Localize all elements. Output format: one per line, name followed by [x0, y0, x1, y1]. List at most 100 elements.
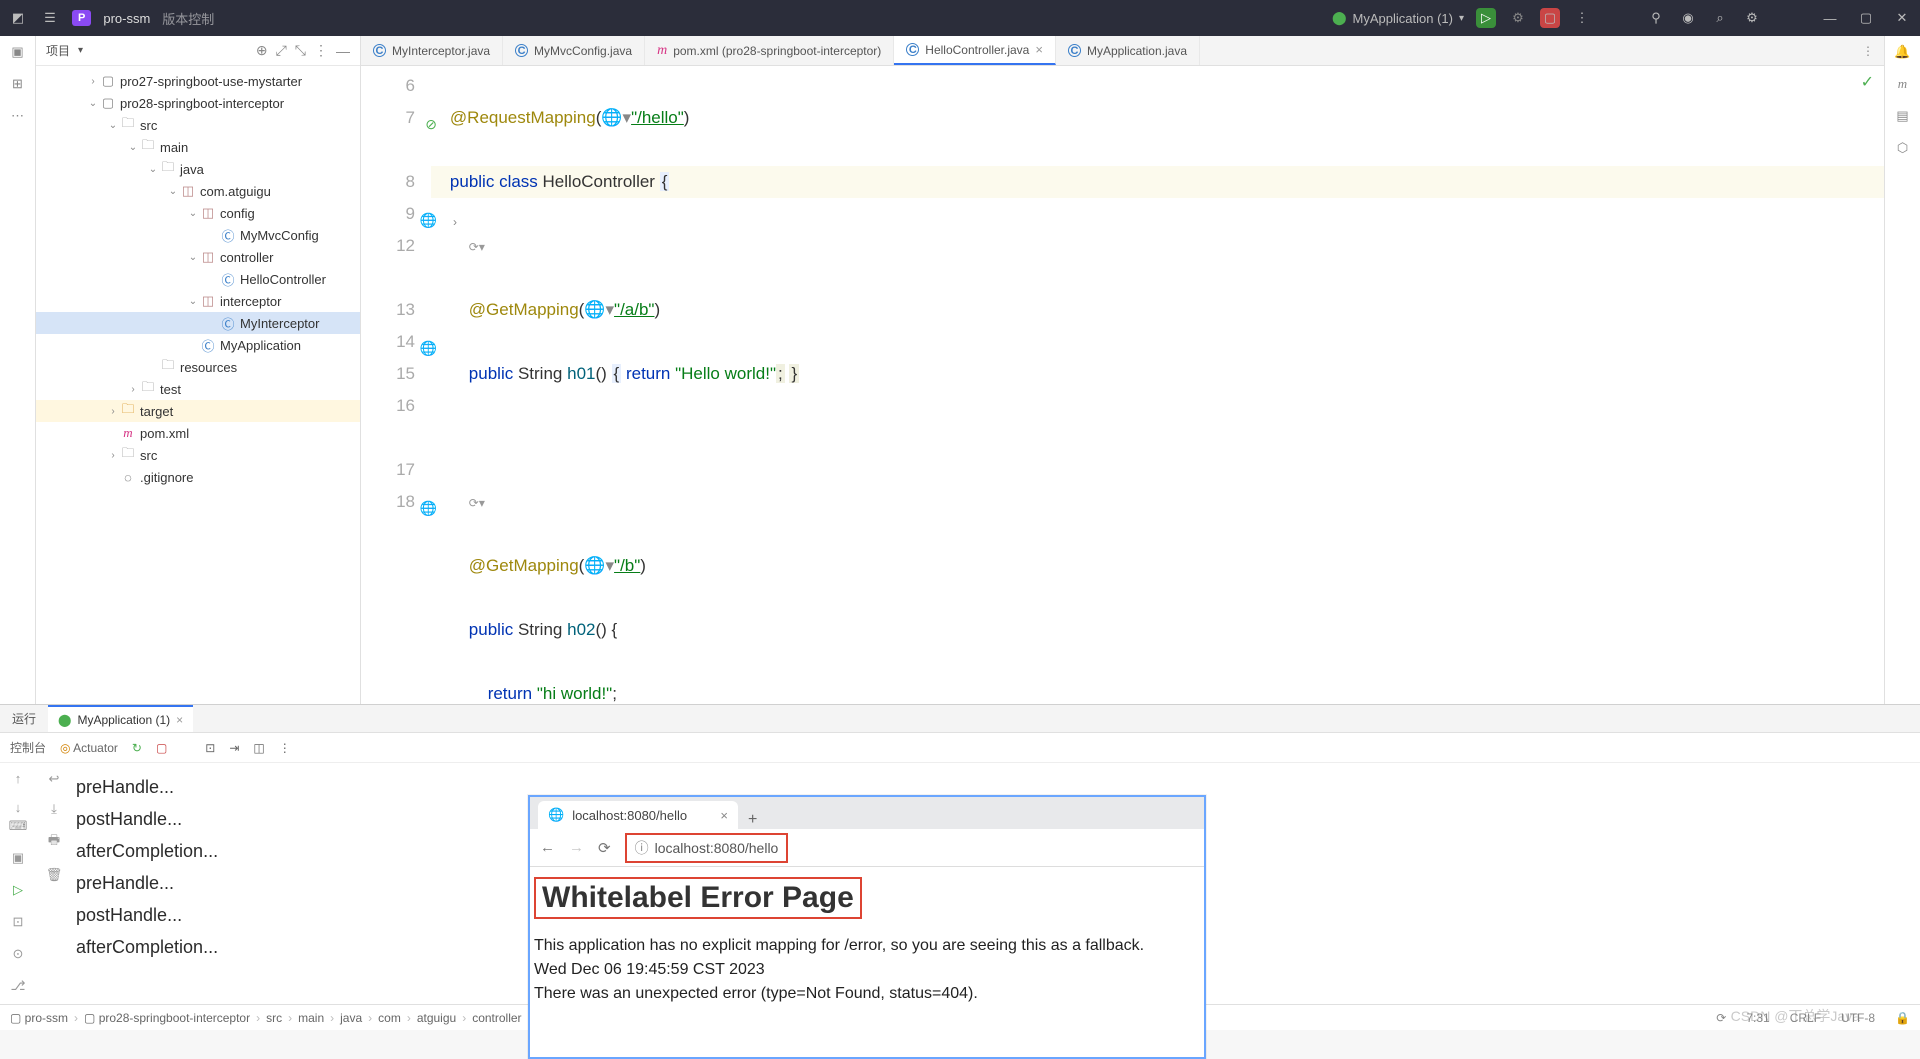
- clear-icon[interactable]: 🗑: [46, 867, 63, 883]
- tab-mymvcconfig[interactable]: CMyMvcConfig.java: [503, 36, 645, 65]
- hide-panel-icon[interactable]: —: [336, 43, 350, 59]
- screenshot-icon[interactable]: ⊡: [205, 741, 215, 755]
- run-button[interactable]: ▷: [1476, 8, 1496, 28]
- ai-tool-icon[interactable]: ⬡: [1897, 140, 1908, 156]
- tree-module-pro27[interactable]: ›▢pro27-springboot-use-mystarter: [36, 70, 360, 92]
- updates-icon[interactable]: ◉: [1678, 8, 1698, 28]
- breadcrumb-item[interactable]: controller: [472, 1011, 521, 1025]
- breadcrumb-item[interactable]: com: [378, 1011, 401, 1025]
- code-editor[interactable]: 6 7⊘ 8 9🌐› 12 13 14🌐 15 16 17 18🌐 @Reque…: [361, 66, 1884, 704]
- browser-newtab-icon[interactable]: +: [738, 811, 767, 829]
- structure-tool-icon[interactable]: ⊞: [12, 76, 23, 92]
- vcs-label[interactable]: 版本控制: [162, 9, 214, 28]
- up-icon[interactable]: ↑: [15, 771, 22, 786]
- problems-ok-icon[interactable]: ✓: [1861, 72, 1874, 92]
- code-content[interactable]: @RequestMapping(🌐▾"/hello") public class…: [431, 66, 1884, 704]
- debug-button[interactable]: ⚙: [1508, 8, 1528, 28]
- actuator-tab[interactable]: ◎ Actuator: [60, 741, 118, 755]
- console-tab[interactable]: 控制台: [10, 739, 46, 756]
- stop-run-icon[interactable]: ▢: [156, 741, 167, 755]
- todo-icon[interactable]: ⊙: [13, 946, 24, 962]
- tree-main[interactable]: ⌄🗀main: [36, 136, 360, 158]
- scroll-end-icon[interactable]: ⤓: [51, 801, 57, 817]
- expand-icon[interactable]: ⤢: [276, 42, 287, 59]
- tree-pom[interactable]: mpom.xml: [36, 422, 360, 444]
- tree-hellocontroller[interactable]: ⒸHelloController: [36, 268, 360, 290]
- run-tab-active[interactable]: ⬤ MyApplication (1) ×: [48, 705, 193, 732]
- browser-close-tab-icon[interactable]: ×: [720, 808, 728, 823]
- indexing-icon[interactable]: ⟳: [1716, 1011, 1726, 1025]
- project-name[interactable]: pro-ssm: [103, 11, 150, 26]
- browser-url-bar[interactable]: ⓘlocalhost:8080/hello: [625, 833, 789, 863]
- browser-tab[interactable]: 🌐 localhost:8080/hello ×: [538, 801, 738, 829]
- browser-reload-icon[interactable]: ⟳: [598, 839, 611, 857]
- breadcrumb-item[interactable]: ▢ pro-ssm: [10, 1011, 68, 1025]
- rerun-icon[interactable]: ↻: [132, 741, 142, 755]
- down-icon[interactable]: ↓: [15, 800, 22, 815]
- file-encoding[interactable]: UTF-8: [1841, 1011, 1875, 1025]
- breadcrumb-item[interactable]: java: [340, 1011, 362, 1025]
- tree-target[interactable]: ›🗀target: [36, 400, 360, 422]
- code-with-me-icon[interactable]: ⚲: [1646, 8, 1666, 28]
- app-icon[interactable]: ◩: [8, 8, 28, 28]
- run-config-selector[interactable]: ⬤ MyApplication (1) ▾: [1332, 10, 1464, 26]
- more-run-icon[interactable]: ⋮: [279, 741, 291, 755]
- breadcrumb-item[interactable]: atguigu: [417, 1011, 456, 1025]
- terminal-icon[interactable]: ⌨: [9, 818, 28, 834]
- tree-myinterceptor[interactable]: ⒸMyInterceptor: [36, 312, 360, 334]
- tree-java[interactable]: ⌄🗀java: [36, 158, 360, 180]
- minimize-icon[interactable]: —: [1820, 8, 1840, 28]
- tab-hellocontroller[interactable]: CHelloController.java×: [894, 36, 1056, 65]
- stop-button[interactable]: ▢: [1540, 8, 1560, 28]
- tree-mymvcconfig[interactable]: ⒸMyMvcConfig: [36, 224, 360, 246]
- locate-icon[interactable]: ⊕: [256, 42, 268, 59]
- browser-forward-icon[interactable]: →: [569, 839, 584, 856]
- main-menu-icon[interactable]: ☰: [40, 8, 60, 28]
- close-tab-icon[interactable]: ×: [1035, 42, 1043, 57]
- export-icon[interactable]: ⇥: [229, 741, 239, 755]
- settings-icon[interactable]: ⚙: [1742, 8, 1762, 28]
- tree-src2[interactable]: ›🗀src: [36, 444, 360, 466]
- tree-src[interactable]: ⌄🗀src: [36, 114, 360, 136]
- breadcrumb-item[interactable]: src: [266, 1011, 282, 1025]
- problems-icon[interactable]: ⊡: [13, 914, 24, 930]
- more-tools-icon[interactable]: ⋯: [11, 108, 24, 124]
- close-run-tab-icon[interactable]: ×: [176, 713, 183, 727]
- tab-myinterceptor[interactable]: CMyInterceptor.java: [361, 36, 503, 65]
- tree-test[interactable]: ›🗀test: [36, 378, 360, 400]
- project-tree[interactable]: ›▢pro27-springboot-use-mystarter ⌄▢pro28…: [36, 66, 360, 704]
- git-icon[interactable]: ⎇: [11, 978, 26, 994]
- readonly-icon[interactable]: 🔒: [1895, 1011, 1910, 1025]
- tree-resources[interactable]: 🗀resources: [36, 356, 360, 378]
- print-icon[interactable]: 🖶: [48, 831, 60, 853]
- tree-package[interactable]: ⌄◫com.atguigu: [36, 180, 360, 202]
- maven-tool-icon[interactable]: m: [1898, 76, 1907, 92]
- breadcrumb-item[interactable]: ▢ pro28-springboot-interceptor: [84, 1011, 250, 1025]
- project-tool-icon[interactable]: ▣: [11, 44, 23, 60]
- panel-menu-icon[interactable]: ⋮: [314, 42, 328, 59]
- run-tool-icon[interactable]: ▷: [13, 882, 23, 898]
- tree-gitignore[interactable]: ◌.gitignore: [36, 466, 360, 488]
- tree-config-pkg[interactable]: ⌄◫config: [36, 202, 360, 224]
- tree-controller-pkg[interactable]: ⌄◫controller: [36, 246, 360, 268]
- close-window-icon[interactable]: ✕: [1892, 8, 1912, 28]
- browser-back-icon[interactable]: ←: [540, 839, 555, 856]
- tree-interceptor-pkg[interactable]: ⌄◫interceptor: [36, 290, 360, 312]
- tab-myapplication[interactable]: CMyApplication.java: [1056, 36, 1200, 65]
- collapse-icon[interactable]: ⤡: [295, 42, 306, 59]
- soft-wrap-icon[interactable]: ↩: [49, 771, 60, 787]
- notifications-icon[interactable]: 🔔: [1894, 44, 1910, 60]
- inlay-hint[interactable]: ⟳▾: [469, 231, 485, 263]
- tree-myapplication[interactable]: ⒸMyApplication: [36, 334, 360, 356]
- line-separator[interactable]: CRLF: [1790, 1011, 1821, 1025]
- tab-pom[interactable]: mpom.xml (pro28-springboot-interceptor): [645, 36, 894, 65]
- tabs-menu-icon[interactable]: ⋮: [1852, 36, 1884, 65]
- search-icon[interactable]: ⌕: [1710, 8, 1730, 28]
- maximize-icon[interactable]: ▢: [1856, 8, 1876, 28]
- more-actions-icon[interactable]: ⋮: [1572, 8, 1592, 28]
- layout-icon[interactable]: ◫: [253, 741, 264, 755]
- inlay-hint[interactable]: ⟳▾: [469, 487, 485, 519]
- services-icon[interactable]: ▣: [12, 850, 24, 866]
- database-tool-icon[interactable]: ▤: [1896, 108, 1908, 124]
- tree-module-pro28[interactable]: ⌄▢pro28-springboot-interceptor: [36, 92, 360, 114]
